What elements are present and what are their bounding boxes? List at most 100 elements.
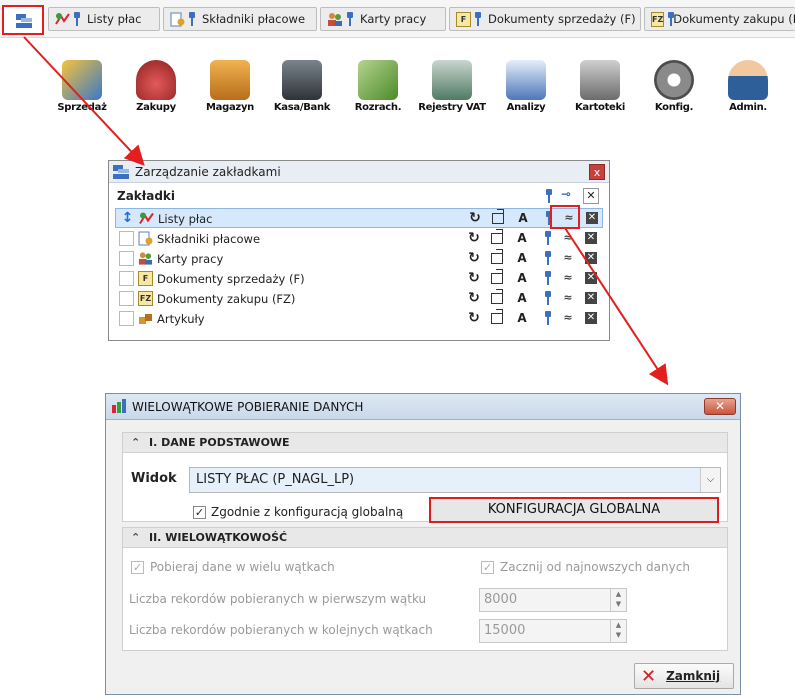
delete-icon[interactable]: ✕ bbox=[585, 232, 597, 244]
pin-icon[interactable] bbox=[544, 311, 558, 325]
bookmark-row[interactable]: Składniki płacowe ↻ A ≈ ✕ bbox=[115, 229, 603, 249]
first-thread-input[interactable]: 8000 ▲ ▼ bbox=[479, 588, 627, 612]
chevron-down-icon[interactable]: ⌵ bbox=[700, 468, 720, 492]
refresh-icon[interactable]: ↻ bbox=[467, 291, 481, 305]
newest-first-label: Zacznij od najnowszych danych bbox=[500, 560, 690, 574]
section-basic: ⌃ I. DANE PODSTAWOWE Widok LISTY PŁAC (P_… bbox=[122, 432, 728, 523]
refresh-icon[interactable]: ↻ bbox=[468, 211, 482, 225]
delete-icon[interactable]: ✕ bbox=[585, 252, 597, 264]
module-magazyn[interactable]: Magazyn bbox=[194, 60, 266, 113]
open-window-icon[interactable] bbox=[491, 229, 503, 244]
font-icon[interactable]: A bbox=[515, 251, 529, 265]
first-thread-label: Liczba rekordów pobieranych w pierwszym … bbox=[129, 592, 427, 606]
module-kasa-bank[interactable]: Kasa/Bank bbox=[266, 60, 338, 113]
delete-icon[interactable]: ✕ bbox=[585, 272, 597, 284]
bookmark-label: Artykuły bbox=[157, 312, 205, 326]
remove-all-icon[interactable]: ✕ bbox=[583, 188, 599, 204]
view-select[interactable]: LISTY PŁAC (P_NAGL_LP) ⌵ bbox=[189, 467, 721, 493]
section-header[interactable]: ⌃ I. DANE PODSTAWOWE bbox=[123, 433, 727, 453]
module-zakupy[interactable]: Zakupy bbox=[120, 60, 192, 113]
next-threads-value: 15000 bbox=[484, 623, 526, 638]
next-threads-input[interactable]: 15000 ▲ ▼ bbox=[479, 619, 627, 643]
open-window-icon[interactable] bbox=[491, 269, 503, 284]
open-window-icon[interactable] bbox=[491, 309, 503, 324]
module-admin[interactable]: Admin. bbox=[712, 60, 784, 113]
app-icon bbox=[112, 399, 126, 413]
bookmark-checkbox[interactable] bbox=[119, 231, 134, 246]
collapse-chevron-icon[interactable]: ⌃ bbox=[131, 433, 143, 453]
no-refresh-icon[interactable]: ≈ bbox=[561, 251, 575, 265]
no-refresh-icon[interactable]: ≈ bbox=[561, 231, 575, 245]
tab-dokumenty-zakupu[interactable]: FZ Dokumenty zakupu (FZ bbox=[644, 7, 795, 31]
close-button[interactable]: x bbox=[589, 164, 605, 180]
section-header[interactable]: ⌃ II. WIELOWĄTKOWOŚĆ bbox=[123, 528, 727, 548]
bookmark-row[interactable]: Karty pracy ↻ A ≈ ✕ bbox=[115, 249, 603, 269]
newest-first-checkbox[interactable]: ✓ bbox=[481, 561, 494, 574]
pin-all-icon[interactable] bbox=[545, 189, 553, 203]
invoice-f-icon: F bbox=[138, 271, 153, 286]
sales-icon bbox=[62, 60, 102, 100]
spin-buttons-icon[interactable]: ▲ ▼ bbox=[610, 589, 626, 611]
close-dialog-button[interactable]: ✕ Zamknij bbox=[634, 663, 734, 689]
bookmark-row[interactable]: ↕ Listy płac ↻ A ≈ ✕ bbox=[115, 208, 603, 228]
delete-icon[interactable]: ✕ bbox=[585, 312, 597, 324]
delete-icon[interactable]: ✕ bbox=[586, 212, 598, 224]
payroll-icon bbox=[55, 13, 70, 25]
module-konfig[interactable]: Konfig. bbox=[638, 60, 710, 113]
tab-karty-pracy[interactable]: Karty pracy bbox=[320, 7, 446, 31]
multi-thread-checkbox[interactable]: ✓ bbox=[131, 561, 144, 574]
global-config-checkbox[interactable]: ✓ bbox=[193, 506, 206, 519]
font-icon[interactable]: A bbox=[515, 271, 529, 285]
close-button[interactable]: ✕ bbox=[704, 398, 736, 415]
font-icon[interactable]: A bbox=[515, 291, 529, 305]
no-refresh-icon[interactable]: ≈ bbox=[561, 311, 575, 325]
module-label: Zakupy bbox=[136, 102, 176, 113]
module-kartoteki[interactable]: Kartoteki bbox=[564, 60, 636, 113]
module-analizy[interactable]: Analizy bbox=[490, 60, 562, 113]
open-window-icon[interactable] bbox=[492, 209, 504, 224]
pin-icon[interactable] bbox=[544, 291, 558, 305]
pin-icon[interactable] bbox=[544, 251, 558, 265]
boxes-icon bbox=[210, 60, 250, 100]
font-icon[interactable]: A bbox=[515, 311, 529, 325]
module-sprzedaz[interactable]: Sprzedaż bbox=[46, 60, 118, 113]
unpin-all-icon[interactable]: ⊸ bbox=[561, 187, 571, 201]
no-refresh-icon[interactable]: ≈ bbox=[561, 271, 575, 285]
spin-buttons-icon[interactable]: ▲ ▼ bbox=[610, 620, 626, 642]
pin-icon[interactable] bbox=[544, 231, 558, 245]
delete-icon[interactable]: ✕ bbox=[585, 292, 597, 304]
module-rejestry-vat[interactable]: Rejestry VAT bbox=[416, 60, 488, 113]
tab-listy-plac[interactable]: Listy płac bbox=[48, 7, 160, 31]
refresh-icon[interactable]: ↻ bbox=[467, 251, 481, 265]
refresh-icon[interactable]: ↻ bbox=[467, 311, 481, 325]
invoice-fz-icon: FZ bbox=[651, 11, 665, 27]
tab-skladniki-placowe[interactable]: Składniki płacowe bbox=[163, 7, 317, 31]
view-label: Widok bbox=[131, 471, 177, 486]
font-icon[interactable]: A bbox=[516, 211, 530, 225]
bookmark-checkbox[interactable] bbox=[119, 271, 134, 286]
pin-icon[interactable] bbox=[544, 271, 558, 285]
open-window-icon[interactable] bbox=[491, 249, 503, 264]
font-icon[interactable]: A bbox=[515, 231, 529, 245]
bookmark-checkbox[interactable] bbox=[119, 291, 134, 306]
open-window-icon[interactable] bbox=[491, 289, 503, 304]
refresh-icon[interactable]: ↻ bbox=[467, 231, 481, 245]
bookmarks-manager-button[interactable] bbox=[2, 5, 44, 35]
bookmark-row[interactable]: F Dokumenty sprzedaży (F) ↻ A ≈ ✕ bbox=[115, 269, 603, 289]
pin-icon bbox=[73, 12, 81, 26]
refresh-icon[interactable]: ↻ bbox=[467, 271, 481, 285]
global-config-button[interactable]: KONFIGURACJA GLOBALNA bbox=[429, 497, 719, 523]
bookmark-checkbox[interactable] bbox=[119, 311, 134, 326]
module-label: Kasa/Bank bbox=[273, 102, 331, 113]
bookmark-row[interactable]: Artykuły ↻ A ≈ ✕ bbox=[115, 309, 603, 329]
section-title: Zakładki bbox=[117, 189, 176, 203]
reorder-icon[interactable]: ↕ bbox=[120, 210, 135, 226]
module-rozrach[interactable]: Rozrach. bbox=[342, 60, 414, 113]
tab-label: Dokumenty sprzedaży (F) bbox=[488, 12, 636, 26]
bookmark-checkbox[interactable] bbox=[119, 251, 134, 266]
tab-dokumenty-sprzedazy[interactable]: F Dokumenty sprzedaży (F) bbox=[449, 7, 641, 31]
collapse-chevron-icon[interactable]: ⌃ bbox=[131, 528, 143, 548]
bookmark-row[interactable]: FZ Dokumenty zakupu (FZ) ↻ A ≈ ✕ bbox=[115, 289, 603, 309]
cabinet-icon bbox=[580, 60, 620, 100]
no-refresh-icon[interactable]: ≈ bbox=[561, 291, 575, 305]
